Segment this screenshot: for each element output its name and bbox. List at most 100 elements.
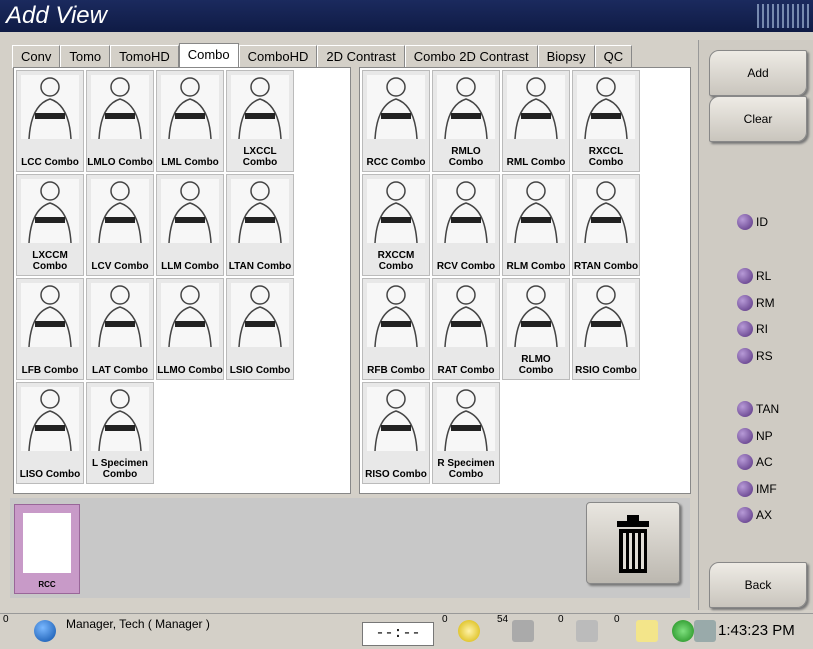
view-tile[interactable]: RLM Combo [502,174,570,276]
breast-figure-icon [23,513,71,573]
view-label: RXCCM Combo [377,250,415,272]
back-button[interactable]: Back [709,562,807,608]
breast-figure-icon [91,283,149,348]
view-tile[interactable]: RISO Combo [362,382,430,484]
view-tile[interactable]: RAT Combo [432,278,500,380]
view-tile[interactable]: LFB Combo [16,278,84,380]
add-button[interactable]: Add [709,50,807,96]
modifier-rm[interactable]: RM [737,293,775,313]
view-label: LISO Combo [19,469,81,480]
view-tile[interactable]: RMLO Combo [432,70,500,172]
modifier-rs[interactable]: RS [737,346,773,366]
view-label: LSIO Combo [229,365,291,376]
clear-button[interactable]: Clear [709,96,807,142]
view-tile[interactable]: RSIO Combo [572,278,640,380]
view-tile[interactable]: RXCCM Combo [362,174,430,276]
modifier-id[interactable]: ID [737,212,768,232]
view-tile[interactable]: LTAN Combo [226,174,294,276]
view-tile[interactable]: LCV Combo [86,174,154,276]
info-icon[interactable] [34,620,56,642]
view-label: RTAN Combo [573,261,639,272]
view-tile[interactable]: LAT Combo [86,278,154,380]
view-tile[interactable]: LISO Combo [16,382,84,484]
modifier-ax[interactable]: AX [737,505,772,525]
right-views-panel: RCC Combo RMLO Combo RML Combo RXCCL Combo R… [359,67,691,494]
modifier-rl[interactable]: RL [737,266,771,286]
film-icon[interactable] [512,620,534,642]
breast-figure-icon [507,75,565,140]
view-tile[interactable]: LLM Combo [156,174,224,276]
window-grip-icon[interactable] [757,4,809,28]
check-icon[interactable] [672,620,694,642]
modifier-np[interactable]: NP [737,426,773,446]
view-tile[interactable]: LSIO Combo [226,278,294,380]
selected-view-label: RCC [38,580,56,589]
breast-figure-icon [577,75,635,140]
view-label: RCV Combo [436,261,496,272]
breast-figure-icon [21,75,79,140]
modifier-tan[interactable]: TAN [737,399,779,419]
breast-figure-icon [161,283,219,348]
view-label: LXCCM Combo [32,250,68,272]
breast-figure-icon [437,179,495,244]
tab-combo[interactable]: Combo [178,43,239,68]
clock: 1:43:23 PM [718,622,795,639]
user-name[interactable]: Manager, Tech ( Manager ) [66,617,210,631]
printer-icon[interactable] [576,620,598,642]
modifier-ac[interactable]: AC [737,452,773,472]
window-title: Add View [6,2,107,29]
tab-conv[interactable]: Conv [12,45,61,68]
radio-icon [737,214,753,230]
view-label: LFB Combo [21,365,79,376]
radio-icon [737,427,753,444]
breast-figure-icon [437,75,495,140]
selected-view-thumbnail[interactable]: RCC [14,504,80,594]
view-tile[interactable]: RLMO Combo [502,278,570,380]
breast-figure-icon [21,387,79,452]
view-tile[interactable]: RML Combo [502,70,570,172]
title-bar: Add View [0,0,813,32]
radio-icon [737,507,753,523]
view-tile[interactable]: LXCCL Combo [226,70,294,172]
tab-combo-2d-contrast[interactable]: Combo 2D Contrast [404,45,538,68]
view-tile[interactable]: LMLO Combo [86,70,154,172]
modifier-imf[interactable]: IMF [737,479,777,499]
tab-combohd[interactable]: ComboHD [238,45,318,68]
tab-biopsy[interactable]: Biopsy [537,45,595,68]
breast-figure-icon [577,179,635,244]
breast-figure-icon [367,75,425,140]
view-label: RFB Combo [367,365,425,376]
view-tile[interactable]: RCC Combo [362,70,430,172]
tab-tomohd[interactable]: TomoHD [110,45,179,68]
view-tile[interactable]: LML Combo [156,70,224,172]
view-tile[interactable]: RXCCL Combo [572,70,640,172]
view-label: LLM Combo [161,261,219,272]
trash-button[interactable] [586,502,680,584]
view-label: LCV Combo [91,261,149,272]
breast-figure-icon [577,283,635,348]
tab-2d-contrast[interactable]: 2D Contrast [317,45,405,68]
tab-tomo[interactable]: Tomo [60,45,111,68]
count-c: 0 [558,614,564,625]
view-label: RAT Combo [437,365,495,376]
view-label: R Specimen Combo [437,458,495,480]
view-tile[interactable]: LCC Combo [16,70,84,172]
breast-figure-icon [437,387,495,452]
help-icon[interactable] [458,620,480,642]
view-tile[interactable]: LLMO Combo [156,278,224,380]
view-tile[interactable]: LXCCM Combo [16,174,84,276]
view-tile[interactable]: R Specimen Combo [432,382,500,484]
view-tile[interactable]: L Specimen Combo [86,382,154,484]
system-icon[interactable] [694,620,716,642]
view-label: LCC Combo [21,157,79,168]
view-tile[interactable]: RTAN Combo [572,174,640,276]
view-label: LLMO Combo [157,365,223,376]
modifier-ri[interactable]: RI [737,319,768,339]
view-tile[interactable]: RFB Combo [362,278,430,380]
view-tile[interactable]: RCV Combo [432,174,500,276]
count-d: 0 [614,614,620,625]
view-label: RLMO Combo [518,354,554,376]
tab-qc[interactable]: QC [594,45,633,68]
view-label: RSIO Combo [575,365,637,376]
notes-icon[interactable] [636,620,658,642]
